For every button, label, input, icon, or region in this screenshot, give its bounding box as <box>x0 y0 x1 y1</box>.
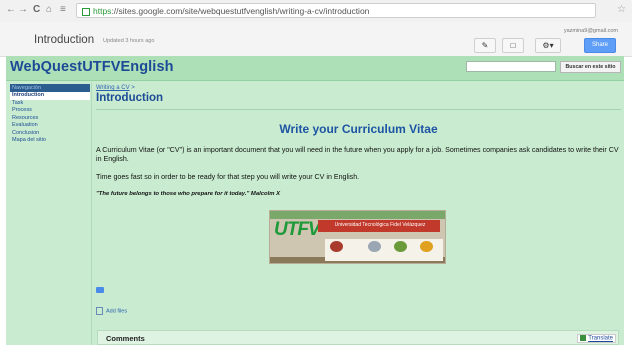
page-title: Introduction <box>96 92 164 104</box>
banner-university-name: Universidad Tecnológica Fidel Velázquez <box>334 222 426 228</box>
sidebar-heading: Navegación <box>10 84 90 92</box>
comments-label: Comments <box>106 334 145 343</box>
utfv-logo: UTFV <box>274 219 321 240</box>
gear-icon: ⚙▾ <box>542 41 554 50</box>
sidebar-item-conclusion[interactable]: Conclusion <box>10 130 90 138</box>
title-divider <box>96 109 621 110</box>
address-bar[interactable]: https://sites.google.com/site/webquestut… <box>76 3 596 18</box>
sidebar-item-process[interactable]: Process <box>10 107 90 115</box>
time-paragraph: Time goes fast so in order to be ready f… <box>96 173 360 181</box>
sidebar-item-site-map[interactable]: Mapa del sitio <box>10 137 90 145</box>
url-path: ://sites.google.com/site/webquestutfveng… <box>111 6 370 16</box>
more-actions-button[interactable]: ⚙▾ <box>535 38 561 53</box>
sidebar-item-resources[interactable]: Resources <box>10 115 90 123</box>
main-content: Writing a CV > Introduction Write your C… <box>91 82 625 345</box>
sep-logo-icon <box>368 241 381 252</box>
add-files-label: Add files <box>106 308 128 315</box>
site-frame: WebQuestUTFVEnglish Buscar en este sitio… <box>6 56 624 345</box>
translate-button[interactable]: Translate <box>577 334 616 343</box>
google-sites-toolbar: Introduction Updated 3 hours ago yazmina… <box>0 22 632 57</box>
banner-stripe <box>270 211 445 219</box>
page-icon: □ <box>510 41 516 50</box>
user-email[interactable]: yazmina9@gmail.com <box>564 28 618 34</box>
site-search-button[interactable]: Buscar en este sitio <box>560 61 621 73</box>
browser-toolbar: ← → C ⌂ ≡ https://sites.google.com/site/… <box>0 0 632 23</box>
pencil-icon: ✎ <box>481 41 489 50</box>
site-header: WebQuestUTFVEnglish Buscar en este sitio <box>6 56 624 81</box>
folder-icon[interactable] <box>96 287 104 293</box>
back-icon[interactable]: ← <box>6 4 16 15</box>
bookmark-star-icon[interactable]: ☆ <box>617 4 626 15</box>
g-logo-icon <box>420 241 433 252</box>
seal-icon <box>330 241 343 252</box>
breadcrumb: Writing a CV > <box>96 85 135 91</box>
url-scheme: https <box>93 6 112 16</box>
lock-icon <box>82 7 90 16</box>
breadcrumb-separator: > <box>131 85 135 91</box>
sidebar-item-task[interactable]: Task <box>10 100 90 108</box>
menu-icon[interactable]: ≡ <box>60 4 66 15</box>
sidebar-item-evaluation[interactable]: Evaluation <box>10 122 90 130</box>
quote-text: "The future belongs to those who prepare… <box>96 191 281 197</box>
translate-label: Translate <box>588 335 613 342</box>
gs-page-title: Introduction <box>34 34 95 46</box>
site-search-input[interactable] <box>466 61 556 72</box>
edit-page-button[interactable]: ✎ <box>474 38 496 53</box>
attachment-icon <box>96 307 103 315</box>
university-banner-image: UTFV Universidad Tecnológica Fidel Veláz… <box>269 210 446 264</box>
state-logo-icon <box>394 241 407 252</box>
site-title[interactable]: WebQuestUTFVEnglish <box>10 59 174 75</box>
new-page-button[interactable]: □ <box>502 38 524 53</box>
add-files-link[interactable]: Add files <box>96 307 127 315</box>
sidebar-item-introduction[interactable]: Introduction <box>10 92 90 100</box>
page-heading: Write your Curriculum Vitae <box>279 122 438 136</box>
home-icon[interactable]: ⌂ <box>46 4 52 15</box>
forward-icon[interactable]: → <box>18 4 28 15</box>
sidebar-navigation: Navegación Introduction Task Process Res… <box>10 84 90 334</box>
intro-paragraph: A Curriculum Vitae (or "CV") is an impor… <box>96 146 619 163</box>
share-button[interactable]: Share <box>584 38 616 53</box>
google-translate-icon <box>580 335 587 341</box>
comments-section: Comments Translate <box>97 330 619 345</box>
updated-label: Updated 3 hours ago <box>103 38 155 44</box>
reload-icon[interactable]: C <box>33 4 40 15</box>
breadcrumb-link[interactable]: Writing a CV <box>96 85 130 91</box>
